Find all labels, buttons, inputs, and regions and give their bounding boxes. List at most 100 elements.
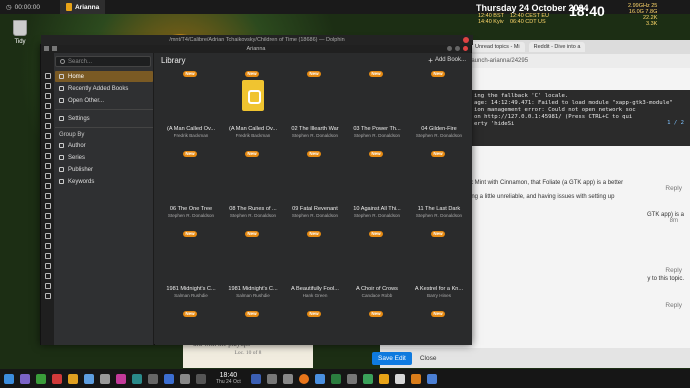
place-icon[interactable] <box>44 133 51 139</box>
app-icon[interactable] <box>36 373 46 384</box>
reply-button[interactable]: Reply <box>665 302 682 309</box>
window-titlebar: Arianna <box>41 45 471 53</box>
place-icon[interactable] <box>44 123 51 129</box>
minimize-icon[interactable] <box>447 46 452 51</box>
new-badge: New <box>369 231 383 237</box>
app-icon[interactable] <box>180 373 190 384</box>
place-icon[interactable] <box>44 293 51 299</box>
app-icon[interactable] <box>132 373 142 384</box>
place-icon[interactable] <box>44 223 51 229</box>
firefox-icon[interactable] <box>298 373 309 384</box>
book-card[interactable]: New 1981 Midnight's C... Salman Rushdie <box>223 231 283 307</box>
place-icon[interactable] <box>44 103 51 109</box>
book-card[interactable]: New A Choir of Crows Candace Robb <box>347 231 407 307</box>
book-icon[interactable] <box>378 373 389 384</box>
sidebar-nav: Home Recently Added Books Open Other... … <box>55 71 153 187</box>
book-card[interactable]: New (A Man Called Ov... Fredrik Backman <box>223 71 283 147</box>
place-icon[interactable] <box>44 193 51 199</box>
place-icon[interactable] <box>44 173 51 179</box>
place-icon[interactable] <box>44 283 51 289</box>
window-menu-icon[interactable] <box>44 46 49 51</box>
app-icon[interactable] <box>20 373 30 384</box>
flag-icon[interactable] <box>250 373 261 384</box>
sidebar-item-settings[interactable]: Settings <box>55 113 153 124</box>
menu-icon[interactable] <box>4 373 14 384</box>
app-icon[interactable] <box>116 373 126 384</box>
place-icon[interactable] <box>44 163 51 169</box>
app-icon[interactable] <box>52 373 62 384</box>
place-icon[interactable] <box>44 213 51 219</box>
new-badge: New <box>245 71 259 77</box>
sidebar-item-keywords[interactable]: Keywords <box>55 176 153 187</box>
app-icon[interactable] <box>148 373 158 384</box>
sidebar-item-home[interactable]: Home <box>55 71 153 82</box>
search-field[interactable]: Search... <box>55 56 151 67</box>
close-icon[interactable] <box>463 37 469 43</box>
book-card[interactable]: New 11 The Last Dark Stephen R. Donaldson <box>409 151 469 227</box>
post-text: ing a little unreliable, and having issu… <box>470 194 615 200</box>
pager: 1 / 2 <box>667 120 684 126</box>
app-icon[interactable] <box>266 373 277 384</box>
book-card[interactable]: New 08 The Runes of ... Stephen R. Donalds… <box>223 151 283 227</box>
desktop-trash[interactable]: Tidy <box>8 20 32 45</box>
app-icon[interactable] <box>330 373 341 384</box>
place-icon[interactable] <box>44 253 51 259</box>
place-icon[interactable] <box>44 273 51 279</box>
app-icon[interactable] <box>68 373 78 384</box>
sidebar-item-recent[interactable]: Recently Added Books <box>55 83 153 94</box>
app-icon[interactable] <box>314 373 325 384</box>
book-card[interactable]: New 10 Against All Thi... Stephen R. Donal… <box>347 151 407 227</box>
place-icon[interactable] <box>44 113 51 119</box>
app-icon[interactable] <box>100 373 110 384</box>
app-icon[interactable] <box>84 373 94 384</box>
browser-tab[interactable]: Reddit - Dive into a <box>528 42 586 52</box>
place-icon[interactable] <box>44 83 51 89</box>
book-card[interactable]: New 09 Fatal Revenant Stephen R. Donaldson <box>285 151 345 227</box>
new-badge: New <box>183 231 197 237</box>
reply-button[interactable]: Reply <box>665 185 682 192</box>
book-card[interactable]: New 06 The One Tree Stephen R. Donaldson <box>161 151 221 227</box>
place-icon[interactable] <box>44 93 51 99</box>
sidebar-item-open-other[interactable]: Open Other... <box>55 95 153 106</box>
place-icon[interactable] <box>44 183 51 189</box>
app-icon[interactable] <box>410 373 421 384</box>
divider <box>55 127 153 128</box>
book-card[interactable]: New 03 The Power Th... Stephen R. Donaldso… <box>347 71 407 147</box>
sidebar-item-publisher[interactable]: Publisher <box>55 164 153 175</box>
book-card[interactable]: New A Kestrel for a Kn... Barry Hines <box>409 231 469 307</box>
app-icon[interactable] <box>394 373 405 384</box>
add-book-button[interactable]: + Add Book... <box>428 56 466 65</box>
close-icon[interactable] <box>463 46 468 51</box>
app-icon[interactable] <box>426 373 437 384</box>
place-icon[interactable] <box>44 203 51 209</box>
sidebar-item-series[interactable]: Series <box>55 152 153 163</box>
sidebar-item-author[interactable]: Author <box>55 140 153 151</box>
reply-button[interactable]: Reply <box>665 267 682 274</box>
taskbar-clock[interactable]: 18:40 Thu 24 Oct <box>216 372 241 386</box>
book-card[interactable]: New 02 The Illearth War Stephen R. Donalds… <box>285 71 345 147</box>
browser-tab[interactable]: Unread topics - Mi <box>470 42 525 52</box>
app-icon[interactable] <box>196 373 206 384</box>
task-label: Arianna <box>74 3 100 11</box>
app-icon[interactable] <box>282 373 293 384</box>
place-icon[interactable] <box>44 153 51 159</box>
book-card[interactable]: New 1981 Midnight's C... Salman Rushdie <box>161 231 221 307</box>
book-card[interactable]: New (A Man Called Ov... Fredrik Backman <box>161 71 221 147</box>
place-icon[interactable] <box>44 233 51 239</box>
app-icon[interactable] <box>362 373 373 384</box>
task-arianna[interactable]: Arianna <box>59 0 106 14</box>
place-icon[interactable] <box>44 143 51 149</box>
book-title: A Beautifully Fool... <box>291 286 339 292</box>
dolphin-title: /mnt/T4/Calibre/Adrian Tchaikovsky/Child… <box>169 37 345 43</box>
pin-icon[interactable] <box>52 46 57 51</box>
place-icon[interactable] <box>44 73 51 79</box>
maximize-icon[interactable] <box>455 46 460 51</box>
place-icon[interactable] <box>44 243 51 249</box>
book-card[interactable]: New 04 Gilden-Fire Stephen R. Donaldson <box>409 71 469 147</box>
search-icon <box>60 59 65 64</box>
book-author: Stephen R. Donaldson <box>291 213 339 218</box>
app-icon[interactable] <box>164 373 174 384</box>
app-icon[interactable] <box>346 373 357 384</box>
book-card[interactable]: New A Beautifully Fool... Hank Green <box>285 231 345 307</box>
place-icon[interactable] <box>44 263 51 269</box>
